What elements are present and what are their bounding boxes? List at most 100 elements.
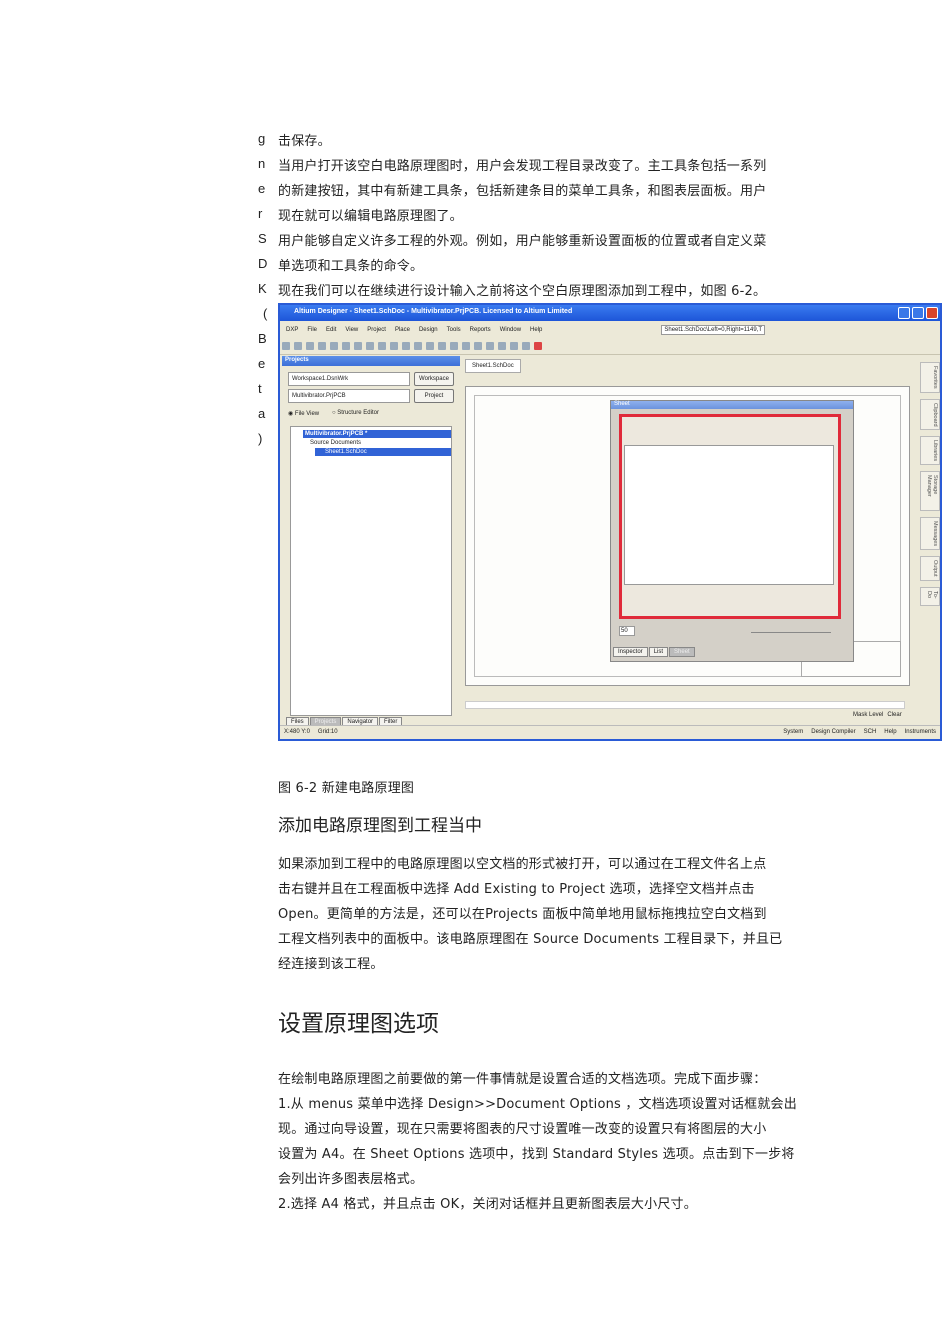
ground-icon[interactable]: [498, 342, 506, 350]
toolbar: [280, 338, 940, 355]
margin-letter: B: [258, 331, 267, 346]
text-line: 设置为 A4。在 Sheet Options 选项中，找到 Standard S…: [278, 1147, 795, 1162]
tab-output[interactable]: Output: [920, 556, 940, 581]
tree-item-project[interactable]: Multivibrator.PrjPCB *: [303, 430, 451, 438]
new-icon[interactable]: [282, 342, 290, 350]
menu-dxp[interactable]: DXP: [286, 327, 298, 333]
menu-project[interactable]: Project: [367, 327, 386, 333]
project-button[interactable]: Project: [414, 389, 454, 403]
menu-tools[interactable]: Tools: [447, 327, 461, 333]
grid: Grid:10: [317, 729, 338, 735]
open-icon[interactable]: [294, 342, 302, 350]
margin-letter: ): [258, 431, 263, 446]
bus-icon[interactable]: [462, 342, 470, 350]
menu-help[interactable]: Help: [530, 327, 542, 333]
tab-storage-manager[interactable]: Storage Manager: [920, 471, 940, 512]
power-icon[interactable]: [486, 342, 494, 350]
tab-libraries[interactable]: Libraries: [920, 436, 940, 466]
tab-sheet[interactable]: Sheet: [669, 647, 695, 657]
text-line: Open。更简单的方法是，还可以在Projects 面板中简单地用鼠标拖拽拉空白…: [278, 907, 767, 922]
status-instruments[interactable]: Instruments: [905, 729, 936, 736]
move-icon[interactable]: [414, 342, 422, 350]
save-icon[interactable]: [306, 342, 314, 350]
part-icon[interactable]: [510, 342, 518, 350]
margin-letter: K: [258, 281, 267, 296]
tab-favorites[interactable]: Favorites: [920, 362, 940, 393]
menu-view[interactable]: View: [345, 327, 358, 333]
zoom-slider[interactable]: [751, 632, 831, 633]
zoom-area-icon[interactable]: [354, 342, 362, 350]
text-line: 在绘制电路原理图之前要做的第一件事情就是设置合适的文档选项。完成下面步骤：: [278, 1072, 767, 1087]
sheet-preview[interactable]: [619, 414, 841, 619]
status-design-compiler[interactable]: Design Compiler: [811, 729, 855, 736]
menu-place[interactable]: Place: [395, 327, 410, 333]
port-icon[interactable]: [522, 342, 530, 350]
sheet-combo[interactable]: Sheet1.SchDoc\Left=0,Right=1149,T: [661, 324, 765, 335]
clear-button[interactable]: Clear: [887, 712, 901, 718]
chapter-heading: 设置原理图选项: [278, 1011, 439, 1037]
tab-todo[interactable]: To-Do: [920, 586, 940, 606]
text-line: 现在就可以编辑电路原理图了。: [278, 209, 463, 224]
tab-clipboard[interactable]: Clipboard: [920, 398, 940, 431]
wire-icon[interactable]: [450, 342, 458, 350]
tree-item-sheet1[interactable]: Sheet1.SchDoc: [315, 448, 451, 456]
text-line: 单选项和工具条的命令。: [278, 259, 424, 274]
close-icon[interactable]: [926, 307, 938, 319]
text-line: 工程文档列表中的面板中。该电路原理图在 Source Documents 工程目…: [278, 932, 783, 947]
margin-letter: (: [263, 306, 268, 321]
tab-messages[interactable]: Messages: [920, 517, 940, 551]
status-help[interactable]: Help: [884, 729, 896, 736]
mask-level-button[interactable]: Mask Level: [853, 712, 883, 718]
net-label-icon[interactable]: [474, 342, 482, 350]
project-field[interactable]: Multivibrator.PrjPCB: [288, 389, 410, 403]
copy-icon[interactable]: [378, 342, 386, 350]
margin-letter: n: [258, 156, 266, 171]
doc-tab-sheet1[interactable]: Sheet1.SchDoc: [465, 359, 521, 373]
paste-icon[interactable]: [390, 342, 398, 350]
text-line: 会列出许多图表层格式。: [278, 1172, 424, 1187]
menu-edit[interactable]: Edit: [326, 327, 336, 333]
menu-reports[interactable]: Reports: [470, 327, 491, 333]
preview-icon[interactable]: [330, 342, 338, 350]
margin-letter: e: [258, 181, 266, 196]
menu-bar: DXP File Edit View Project Place Design …: [280, 321, 940, 338]
text-line: 击右键并且在工程面板中选择 Add Existing to Project 选项…: [278, 882, 755, 897]
print-icon[interactable]: [318, 342, 326, 350]
select-icon[interactable]: [402, 342, 410, 350]
window-title: Altium Designer - Sheet1.SchDoc - Multiv…: [294, 308, 573, 315]
tab-inspector[interactable]: Inspector: [613, 647, 648, 657]
text-line: 用户能够自定义许多工程的外观。例如，用户能够重新设置面板的位置或者自定义菜: [278, 234, 767, 249]
undo-icon[interactable]: [426, 342, 434, 350]
sheet-panel-title: Sheet: [611, 401, 853, 409]
status-system[interactable]: System: [783, 729, 803, 736]
text-line: 现在我们可以在继续进行设计输入之前将这个空白原理图添加到工程中，如图 6-2。: [278, 284, 767, 299]
file-view-radio[interactable]: ◉ File View: [288, 410, 319, 417]
menu-window[interactable]: Window: [500, 327, 521, 333]
project-tree: Multivibrator.PrjPCB * Source Documents …: [290, 426, 452, 716]
status-sch[interactable]: SCH: [864, 729, 877, 736]
minimize-icon[interactable]: [898, 307, 910, 319]
status-bar: X:480 Y:0 Grid:10 System Design Compiler…: [280, 725, 940, 739]
cut-icon[interactable]: [366, 342, 374, 350]
redo-icon[interactable]: [438, 342, 446, 350]
structure-editor-radio[interactable]: ○ Structure Editor: [332, 410, 379, 416]
maximize-icon[interactable]: [912, 307, 924, 319]
altium-screenshot: Altium Designer - Sheet1.SchDoc - Multiv…: [278, 303, 942, 741]
no-erc-icon[interactable]: [534, 342, 542, 350]
text-line: 的新建按钮，其中有新建工具条，包括新建条目的菜单工具条，和图表层面板。用户: [278, 184, 767, 199]
menu-file[interactable]: File: [307, 327, 317, 333]
text-line: 如果添加到工程中的电路原理图以空文档的形式被打开，可以通过在工程文件名上点: [278, 857, 767, 872]
right-panel-tabs: Favorites Clipboard Libraries Storage Ma…: [920, 356, 940, 606]
zoom-value-field[interactable]: 50: [619, 626, 635, 636]
workspace-button[interactable]: Workspace: [414, 372, 454, 386]
section-heading: 添加电路原理图到工程当中: [278, 816, 482, 836]
horizontal-scrollbar[interactable]: [465, 701, 905, 709]
zoom-icon[interactable]: [342, 342, 350, 350]
sheet-panel-tabs: Inspector List Sheet: [613, 647, 696, 657]
tab-list[interactable]: List: [648, 647, 669, 657]
tree-item-source-documents[interactable]: Source Documents: [309, 439, 362, 447]
workspace-dropdown[interactable]: Workspace1.DsnWrk: [288, 372, 410, 386]
projects-panel: Projects Workspace1.DsnWrk Workspace Mul…: [282, 356, 460, 727]
sheet-panel: Sheet 50 Inspector List Sheet: [610, 400, 854, 662]
menu-design[interactable]: Design: [419, 327, 438, 333]
